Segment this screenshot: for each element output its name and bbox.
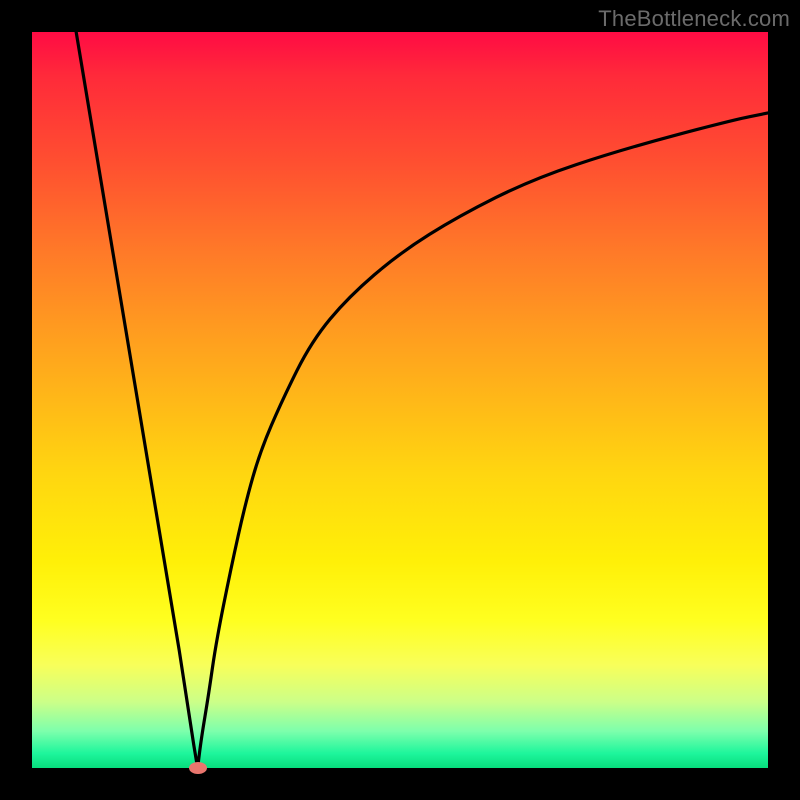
minimum-marker (189, 762, 207, 774)
plot-area (32, 32, 768, 768)
bottleneck-curve (32, 32, 768, 768)
watermark-text: TheBottleneck.com (598, 6, 790, 32)
chart-frame: TheBottleneck.com (0, 0, 800, 800)
